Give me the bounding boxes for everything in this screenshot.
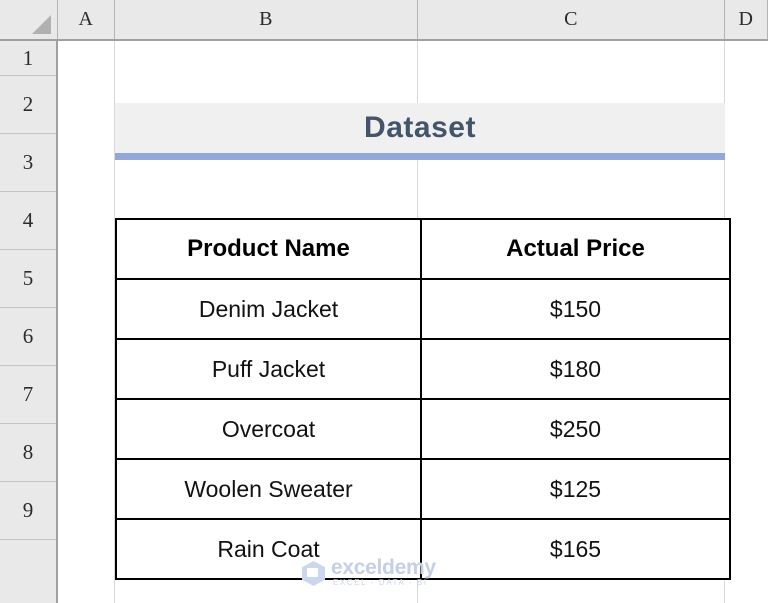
cell-product-name[interactable]: Denim Jacket bbox=[115, 278, 422, 340]
row-header-6[interactable]: 6 bbox=[0, 308, 56, 366]
column-header-d[interactable]: D bbox=[725, 0, 768, 39]
cell-product-name[interactable]: Overcoat bbox=[115, 398, 422, 460]
row-header-3[interactable]: 3 bbox=[0, 134, 56, 192]
cell-product-name[interactable]: Rain Coat bbox=[115, 518, 422, 580]
table-row: Rain Coat $165 bbox=[115, 518, 731, 580]
cell-product-name[interactable]: Woolen Sweater bbox=[115, 458, 422, 520]
table-row: Denim Jacket $150 bbox=[115, 278, 731, 340]
row-header-5[interactable]: 5 bbox=[0, 250, 56, 308]
table-head: Product Name Actual Price bbox=[115, 218, 731, 280]
cell-actual-price[interactable]: $150 bbox=[420, 278, 731, 340]
row-header-strip: 123456789 bbox=[0, 41, 58, 603]
column-header-c[interactable]: C bbox=[418, 0, 725, 39]
column-header-strip: ABCD bbox=[0, 0, 768, 41]
row-header-4[interactable]: 4 bbox=[0, 192, 56, 250]
page-title: Dataset bbox=[364, 111, 476, 144]
row-header-8[interactable]: 8 bbox=[0, 424, 56, 482]
column-header-actual-price: Actual Price bbox=[420, 218, 731, 280]
product-price-table: Product Name Actual Price Denim Jacket $1… bbox=[115, 218, 731, 580]
table-row: Woolen Sweater $125 bbox=[115, 458, 731, 520]
table-header-row: Product Name Actual Price bbox=[115, 218, 731, 280]
cell-actual-price[interactable]: $250 bbox=[420, 398, 731, 460]
cell-actual-price[interactable]: $125 bbox=[420, 458, 731, 520]
column-header-b[interactable]: B bbox=[115, 0, 418, 39]
row-header-7[interactable]: 7 bbox=[0, 366, 56, 424]
dataset-title-banner: Dataset bbox=[115, 103, 725, 160]
column-header-a[interactable]: A bbox=[58, 0, 115, 39]
cell-actual-price[interactable]: $165 bbox=[420, 518, 731, 580]
row-header-2[interactable]: 2 bbox=[0, 76, 56, 134]
table-body: Denim Jacket $150 Puff Jacket $180 Overcoat $… bbox=[115, 278, 731, 580]
cell-product-name[interactable]: Puff Jacket bbox=[115, 338, 422, 400]
cell-actual-price[interactable]: $180 bbox=[420, 338, 731, 400]
row-header-1[interactable]: 1 bbox=[0, 41, 56, 76]
select-all-button[interactable] bbox=[0, 0, 58, 39]
excel-spreadsheet-screenshot: ABCD 123456789 Dataset Product Name Actu… bbox=[0, 0, 768, 603]
table-row: Puff Jacket $180 bbox=[115, 338, 731, 400]
table-row: Overcoat $250 bbox=[115, 398, 731, 460]
row-header-9[interactable]: 9 bbox=[0, 482, 56, 540]
column-header-product-name: Product Name bbox=[115, 218, 422, 280]
select-all-triangle-icon bbox=[32, 15, 51, 34]
